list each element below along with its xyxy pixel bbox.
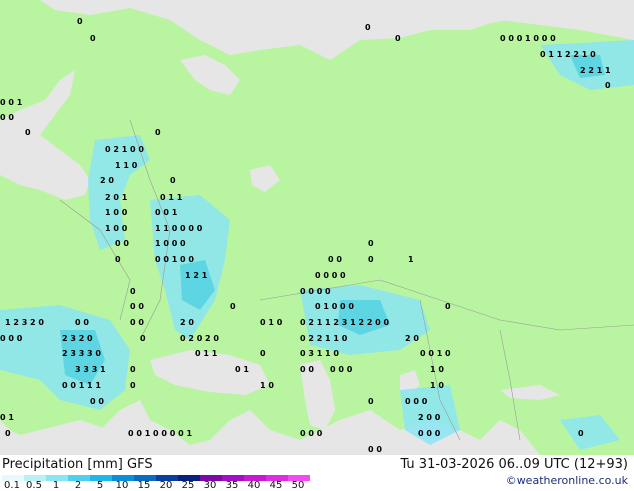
grid-value: 1 0 [260,381,274,390]
grid-value: 0 1 1 [160,193,183,202]
grid-value: 2 3 3 3 0 [62,349,101,358]
grid-value: 0 0 0 [300,429,323,438]
grid-value: 0 [140,334,146,343]
grid-value: 0 [368,397,374,406]
grid-value: 0 1 1 [195,349,218,358]
grid-value: 0 [260,349,266,358]
grid-value: 1 1 0 [115,161,138,170]
grid-value: 2 3 2 0 [62,334,93,343]
grid-value: 0 0 0 0 [315,271,346,280]
grid-value: 0 0 1 1 1 [62,381,101,390]
grid-value: 2 0 1 [105,193,128,202]
grid-value: 0 3 1 1 0 [300,349,339,358]
grid-value: 1 1 0 0 0 0 [155,224,203,233]
grid-value: 0 0 0 [330,365,353,374]
grid-value: 0 0 1 0 [420,349,451,358]
grid-value: 3 3 3 1 [75,365,106,374]
grid-value: 0 0 0 [405,397,428,406]
grid-value: 1 0 0 0 [155,239,186,248]
grid-value: 0 0 [90,397,104,406]
grid-value: 0 0 0 [0,334,23,343]
map-footer: Precipitation [mm] GFS Tu 31-03-2026 06.… [0,455,634,491]
valid-time: Tu 31-03-2026 06..09 UTC (12+93) [400,457,628,472]
grid-value: 0 [230,302,236,311]
grid-value: 0 [115,255,121,264]
grid-value: 2 2 1 1 [580,66,611,75]
grid-value: 0 0 1 [0,98,23,107]
grid-value: 0 [445,302,451,311]
grid-value: 0 [130,365,136,374]
grid-value: 2 0 0 [418,413,441,422]
grid-value: 0 [130,287,136,296]
grid-value: 0 [395,34,401,43]
grid-value: 0 [77,17,83,26]
grid-value: 2 0 [180,318,194,327]
grid-value: 0 1 [0,413,14,422]
grid-value: 0 0 0 0 [300,287,331,296]
grid-value: 0 [365,23,371,32]
grid-value: 0 0 [328,255,342,264]
grid-value: 0 1 1 2 2 1 0 [540,50,596,59]
grid-value: 0 2 1 1 2 3 1 2 2 0 0 [300,318,390,327]
copyright-link[interactable]: ©weatheronline.co.uk [506,474,628,487]
grid-value: 0 0 [368,445,382,454]
grid-value: 0 2 0 2 0 [180,334,219,343]
precipitation-map: 0 0 0 0 0 0 0 1 0 0 0 0 1 1 2 2 1 0 2 2 … [0,0,634,455]
grid-value: 0 0 [75,318,89,327]
grid-value: 2 0 [405,334,419,343]
grid-value: 0 [25,128,31,137]
grid-value: 0 0 1 [155,208,178,217]
grid-value: 0 [5,429,11,438]
grid-value: 0 [368,255,374,264]
grid-value: 0 [155,128,161,137]
grid-value: 0 2 2 1 1 0 [300,334,348,343]
grid-value: 0 0 1 0 0 [155,255,194,264]
grid-value: 2 0 [100,176,114,185]
grid-value: 1 2 1 [185,271,208,280]
grid-value: 0 [170,176,176,185]
grid-value: 1 2 3 2 0 [5,318,44,327]
grid-value: 0 0 [115,239,129,248]
grid-value: 0 [368,239,374,248]
grid-value: 0 [578,429,584,438]
grid-value: 0 [605,81,611,90]
grid-value: 1 [408,255,414,264]
grid-value: 0 0 0 [418,429,441,438]
grid-value: 0 [90,34,96,43]
grid-value: 1 0 0 [105,224,128,233]
grid-value: 0 [130,381,136,390]
grid-value: 0 1 0 [260,318,283,327]
grid-value: 0 1 0 0 0 [315,302,354,311]
grid-value: 0 0 [130,302,144,311]
grid-value: 0 0 1 0 0 0 0 1 [128,429,192,438]
grid-value: 1 0 [430,381,444,390]
grid-value: 0 0 [0,113,14,122]
grid-value: 0 0 [300,365,314,374]
grid-value: 0 0 0 1 0 0 0 [500,34,556,43]
grid-value: 0 1 [235,365,249,374]
grid-value: 0 2 1 0 0 [105,145,144,154]
grid-value: 1 0 0 [105,208,128,217]
map-title: Precipitation [mm] GFS [2,457,153,472]
grid-value: 1 0 [430,365,444,374]
grid-value: 0 0 [130,318,144,327]
